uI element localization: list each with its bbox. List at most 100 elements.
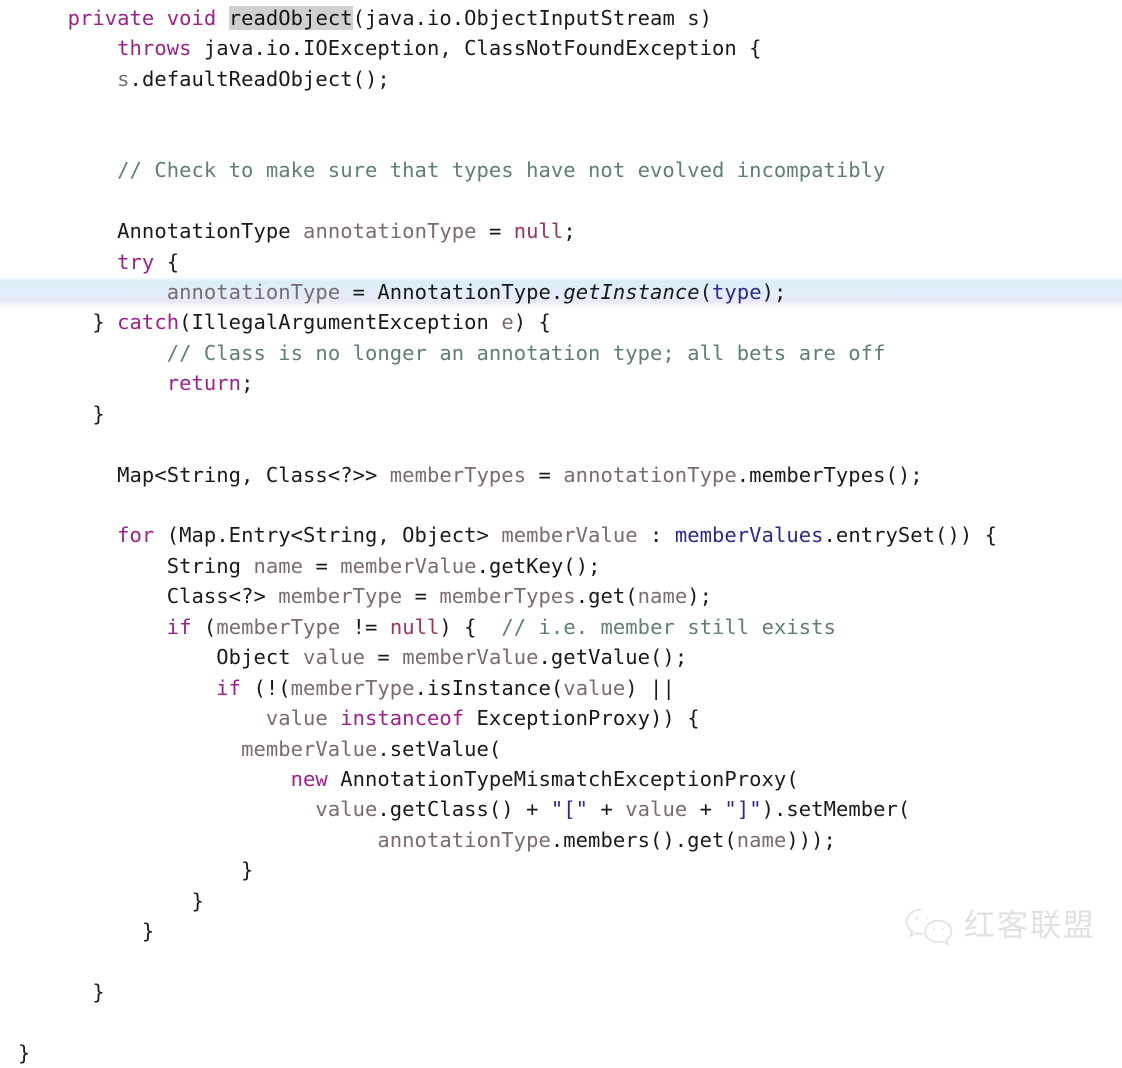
code-token-plain: = <box>402 584 440 609</box>
code-line[interactable]: } <box>0 855 1122 885</box>
code-line[interactable]: } <box>0 916 1122 946</box>
code-line[interactable]: // Check to make sure that types have no… <box>0 155 1122 185</box>
code-token-local: annotationType <box>303 219 477 244</box>
code-token-plain: .setValue( <box>377 736 502 761</box>
code-line[interactable]: } <box>0 886 1122 916</box>
code-token-field: memberValues <box>674 523 824 548</box>
code-token-plain: ))); <box>786 827 836 852</box>
code-line[interactable] <box>0 94 1122 124</box>
code-line[interactable]: value instanceof ExceptionProxy)) { <box>0 703 1122 733</box>
code-line[interactable]: } <box>0 977 1122 1007</box>
code-token-plain: .memberTypes(); <box>736 462 923 487</box>
code-token-keyword: if <box>216 675 242 700</box>
code-token-method-italic: getInstance <box>563 279 700 304</box>
code-line[interactable] <box>0 947 1122 977</box>
code-line[interactable] <box>0 490 1122 520</box>
code-token-type: Map<String, Class<?>> <box>117 462 378 487</box>
code-token-string: "[" <box>550 797 589 822</box>
code-token-type: AnnotationType <box>117 219 291 244</box>
code-line[interactable]: String name = memberValue.getKey(); <box>0 551 1122 581</box>
source-code-block[interactable]: private void readObject(java.io.ObjectIn… <box>0 0 1122 1068</box>
code-line[interactable]: Object value = memberValue.getValue(); <box>0 642 1122 672</box>
code-line[interactable]: private void readObject(java.io.ObjectIn… <box>0 3 1122 33</box>
code-line[interactable]: throws java.io.IOException, ClassNotFoun… <box>0 33 1122 63</box>
code-line[interactable]: if (!(memberType.isInstance(value) || <box>0 673 1122 703</box>
code-line[interactable]: AnnotationType annotationType = null; <box>0 216 1122 246</box>
code-line[interactable]: s.defaultReadObject(); <box>0 64 1122 94</box>
code-line[interactable]: // Class is no longer an annotation type… <box>0 338 1122 368</box>
code-line[interactable]: for (Map.Entry<String, Object> memberVal… <box>0 520 1122 550</box>
code-line[interactable]: try { <box>0 247 1122 277</box>
code-token-local: memberValue <box>402 645 539 670</box>
code-token-local: name <box>253 553 304 578</box>
code-line[interactable]: Class<?> memberType = memberTypes.get(na… <box>0 581 1122 611</box>
code-token-plain: . <box>550 279 564 304</box>
code-token-plain: ); <box>761 279 787 304</box>
code-line[interactable]: annotationType.members().get(name))); <box>0 825 1122 855</box>
code-token-local: memberType <box>278 584 403 609</box>
code-token-local: memberValue <box>340 553 477 578</box>
code-line[interactable]: return; <box>0 368 1122 398</box>
code-line[interactable]: } catch(IllegalArgumentException e) { <box>0 307 1122 337</box>
code-token-keyword: private <box>67 6 155 30</box>
code-token-plain: ) || <box>625 675 675 700</box>
code-token-plain: ( <box>191 614 217 639</box>
code-line[interactable]: value.getClass() + "[" + value + "]").se… <box>0 794 1122 824</box>
code-token-plain: java.io.IOException, ClassNotFoundExcept… <box>191 36 762 61</box>
code-token-plain: ); <box>687 584 713 609</box>
code-token-local: s <box>117 66 130 91</box>
code-token-plain: ; <box>241 371 254 396</box>
code-token-plain: (java.io.ObjectInputStream s) <box>352 6 713 30</box>
code-token-type: Object <box>216 645 291 670</box>
code-token-local: name <box>736 827 787 852</box>
code-token-local: memberType <box>290 675 415 700</box>
code-token-local: value <box>315 797 378 822</box>
code-line[interactable] <box>0 1007 1122 1037</box>
code-token-plain: } <box>18 1040 31 1065</box>
code-token-plain: } <box>18 888 204 913</box>
code-token-plain: = <box>526 462 564 487</box>
code-token-plain: ) { <box>439 614 502 639</box>
code-token-plain: } <box>18 980 105 1004</box>
code-token-local: value <box>563 675 626 700</box>
code-token-local: e <box>501 310 514 335</box>
code-token-comment: // Class is no longer an annotation type… <box>166 340 886 365</box>
code-line[interactable]: new AnnotationTypeMismatchExceptionProxy… <box>0 764 1122 794</box>
code-token-local: memberValue <box>241 736 378 761</box>
code-line[interactable] <box>0 186 1122 216</box>
code-token-field: type <box>712 279 762 304</box>
code-token-plain: = <box>365 645 403 670</box>
code-line[interactable] <box>0 429 1122 459</box>
code-line[interactable]: } <box>0 1038 1122 1068</box>
code-token-local: memberValue <box>501 523 638 548</box>
code-line[interactable]: annotationType = AnnotationType.getInsta… <box>0 276 1122 308</box>
code-token-plain: ExceptionProxy)) { <box>464 706 700 731</box>
code-line[interactable]: } <box>0 399 1122 429</box>
code-line[interactable]: memberValue.setValue( <box>0 734 1122 764</box>
code-token-local: value <box>303 645 366 670</box>
code-token-plain: = <box>340 279 378 304</box>
code-line[interactable] <box>0 125 1122 155</box>
code-token-plain: : <box>637 523 675 548</box>
code-token-comment: // Check to make sure that types have no… <box>117 158 886 183</box>
code-token-plain: ( <box>699 279 713 304</box>
code-line[interactable]: if (memberType != null) { // i.e. member… <box>0 612 1122 642</box>
code-line[interactable]: Map<String, Class<?>> memberTypes = anno… <box>0 460 1122 490</box>
